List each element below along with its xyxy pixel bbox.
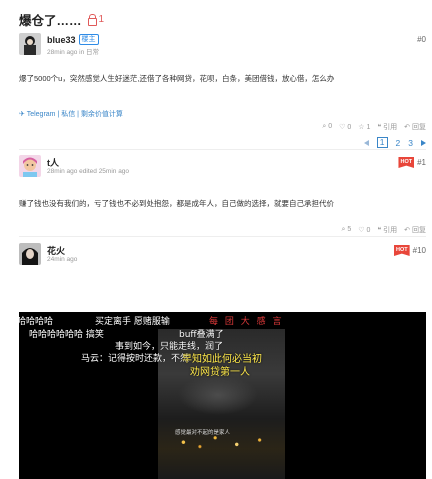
quote-icon: ❝ (377, 124, 382, 131)
hot-badge: HOT (394, 245, 410, 256)
page-1[interactable]: 1 (376, 137, 388, 148)
signature-text[interactable]: Telegram | 私信 | 剩余价值计算 (27, 111, 123, 118)
post-body: 爆了5000个u，突然感觉人生好迷茫,还借了各种网贷，花呗，白条，美团借钱，放心… (19, 74, 335, 83)
danmaku-comment: 每 团 大 感 言 (209, 317, 284, 327)
divider (19, 236, 426, 237)
page-2[interactable]: 2 (396, 138, 401, 148)
floor-label[interactable]: #1 (417, 158, 426, 167)
page-3[interactable]: 3 (408, 138, 413, 148)
post-actions: ⌕ 0 ♡ 0 ☆ 1 ❝ 引用 ↶ 回复 (322, 122, 426, 132)
lock-indicator: 1 (87, 13, 105, 26)
reply-action[interactable]: ↶ 回复 (404, 225, 426, 235)
like-action[interactable]: ♡ 0 (358, 226, 370, 234)
quote-action[interactable]: ❝ 引用 (377, 225, 397, 235)
video-player[interactable]: 哈哈哈哈 买定离手 愿赌服输 每 团 大 感 言 哈哈哈哈哈哈 搞笑 buff叠… (19, 312, 426, 479)
view-action[interactable]: ⌕ 0 (322, 123, 332, 131)
floor-label[interactable]: #0 (417, 35, 426, 44)
floor-label[interactable]: #10 (413, 246, 426, 255)
star-count: 1 (366, 124, 371, 131)
thread-title: 爆仓了…… (19, 14, 82, 28)
post-0: blue33 楼主 28min ago in 日常 #0 爆了5000个u，突然… (19, 33, 426, 148)
star-icon: ☆ (358, 124, 365, 131)
username[interactable]: blue33 楼主 (47, 34, 99, 45)
category-link[interactable]: 日常 (86, 49, 99, 56)
hot-badge: HOT (398, 157, 415, 168)
divider (19, 149, 426, 150)
search-icon: ⌕ (322, 123, 327, 130)
like-count: 0 (366, 227, 371, 234)
reply-label: 回复 (412, 227, 426, 234)
like-count: 0 (347, 124, 352, 131)
post-time: 28min ago (47, 168, 78, 175)
reply-label: 回复 (412, 124, 426, 131)
reply-action[interactable]: ↶ 回复 (404, 122, 426, 132)
floor-number[interactable]: HOT #1 (398, 157, 426, 168)
reply-icon: ↶ (404, 124, 411, 131)
pagination: 1 2 3 (363, 137, 426, 148)
search-icon: ⌕ (341, 226, 346, 233)
edited-time: edited 25min ago (79, 168, 130, 175)
heart-icon: ♡ (339, 124, 346, 131)
post-body: 赚了钱也没有我们的，亏了钱也不必到处抱怨，都是成年人，自己做的选择，就要自己承担… (19, 199, 334, 208)
view-count: 0 (328, 123, 333, 130)
post-meta: 24min ago (47, 256, 77, 263)
video-overlay-text: 劝网贷第一人 (190, 367, 250, 378)
lock-count: 1 (98, 14, 105, 25)
prev-page-icon[interactable] (363, 139, 369, 146)
avatar[interactable] (19, 155, 41, 177)
danmaku-comment: 买定离手 愿赌服输 (95, 317, 170, 327)
video-glow (178, 375, 258, 415)
danmaku-comment: 马云：记得按时还款，不然 (81, 354, 190, 364)
telegram-icon: ✈ (19, 111, 25, 118)
post-time: 24min ago (47, 256, 78, 263)
quote-label: 引用 (383, 124, 398, 131)
reply-icon: ↶ (404, 227, 411, 234)
post-10: 花火 24min ago HOT #10 (19, 243, 426, 273)
post-meta: 28min ago in 日常 (47, 46, 99, 56)
view-action[interactable]: ⌕ 5 (342, 226, 352, 234)
like-action[interactable]: ♡ 0 (339, 123, 351, 131)
video-subtitle: 感觉最对不起的是家人 (175, 430, 231, 436)
post-1: t人 28min ago edited 25min ago HOT #1 赚了钱… (19, 155, 426, 235)
quote-action[interactable]: ❝ 引用 (377, 122, 397, 132)
danmaku-comment: 哈哈哈哈 (19, 317, 54, 327)
avatar[interactable] (19, 33, 41, 55)
post-meta: 28min ago edited 25min ago (47, 168, 129, 175)
thread-header: 爆仓了…… 1 (19, 10, 104, 29)
next-page-icon[interactable] (421, 139, 426, 146)
lock-icon (87, 13, 97, 26)
quote-label: 引用 (383, 227, 398, 234)
danmaku-comment: 哈哈哈哈哈哈 搞笑 (29, 330, 104, 340)
op-badge: 楼主 (78, 34, 99, 45)
heart-icon: ♡ (358, 227, 365, 234)
view-count: 5 (347, 226, 352, 233)
post-time: 28min ago (47, 49, 78, 56)
quote-icon: ❝ (377, 227, 382, 234)
star-action[interactable]: ☆ 1 (358, 123, 370, 131)
signature-links[interactable]: ✈ Telegram | 私信 | 剩余价值计算 (19, 109, 123, 119)
username-text[interactable]: blue33 (47, 35, 76, 45)
floor-number[interactable]: #0 (417, 35, 426, 44)
in-label: in (79, 49, 85, 56)
floor-number[interactable]: HOT #10 (394, 245, 426, 256)
post-actions: ⌕ 5 ♡ 0 ❝ 引用 ↶ 回复 (342, 225, 426, 235)
avatar[interactable] (19, 243, 41, 265)
